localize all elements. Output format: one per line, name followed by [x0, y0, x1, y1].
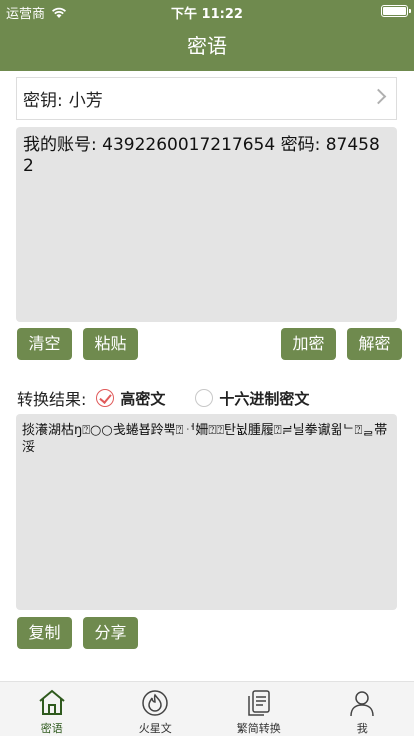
status-time: 下午 11:22	[171, 7, 243, 22]
radio-high-cipher[interactable]	[96, 389, 115, 407]
key-selector[interactable]: 密钥: 小芳	[16, 77, 397, 120]
copy-button[interactable]: 复制	[17, 617, 72, 649]
paste-button[interactable]: 粘贴	[83, 328, 138, 360]
fire-icon	[142, 690, 168, 716]
status-bar: 运营商 下午 11:22	[0, 0, 414, 22]
tab-label: 火星文	[138, 722, 172, 735]
clear-button[interactable]: 清空	[17, 328, 72, 360]
key-value: 小芳	[68, 91, 103, 111]
battery-icon	[381, 5, 411, 17]
tab-convert[interactable]: 繁简转换	[207, 682, 311, 736]
plaintext-input[interactable]: 我的账号: 4392260017217654 密码: 874582	[16, 127, 397, 322]
result-options: 转换结果: 高密文 十六进制密文	[17, 386, 309, 410]
tab-bar: 密语 火星文 繁简转换 我	[0, 681, 414, 736]
ciphertext-output[interactable]: 掞瀁湖枯ŋ⍰○○戋蜷뵵跉뿍⍰ᆟ姍⍰⍰탄뉪腫履⍰≓닐拳谳윎ᄂ⍰ᆯ帯浽	[16, 414, 397, 610]
nav-title: 密语	[0, 22, 414, 71]
tab-miyu[interactable]: 密语	[0, 682, 104, 736]
result-label: 转换结果:	[17, 390, 87, 409]
chevron-right-icon	[370, 88, 387, 105]
tab-label: 密语	[40, 722, 63, 735]
high-cipher-label[interactable]: 高密文	[120, 388, 165, 409]
share-button[interactable]: 分享	[83, 617, 138, 649]
tab-label: 我	[356, 722, 368, 735]
tab-martian[interactable]: 火星文	[104, 682, 208, 736]
decrypt-button[interactable]: 解密	[347, 328, 402, 360]
encrypt-button[interactable]: 加密	[281, 328, 336, 360]
person-icon	[350, 691, 374, 717]
key-label: 密钥:	[23, 91, 63, 111]
hex-cipher-label[interactable]: 十六进制密文	[219, 388, 309, 409]
home-icon	[39, 689, 65, 715]
documents-icon	[248, 690, 270, 716]
radio-hex-cipher[interactable]	[195, 389, 214, 407]
tab-label: 繁简转换	[236, 722, 281, 735]
tab-me[interactable]: 我	[311, 682, 414, 736]
